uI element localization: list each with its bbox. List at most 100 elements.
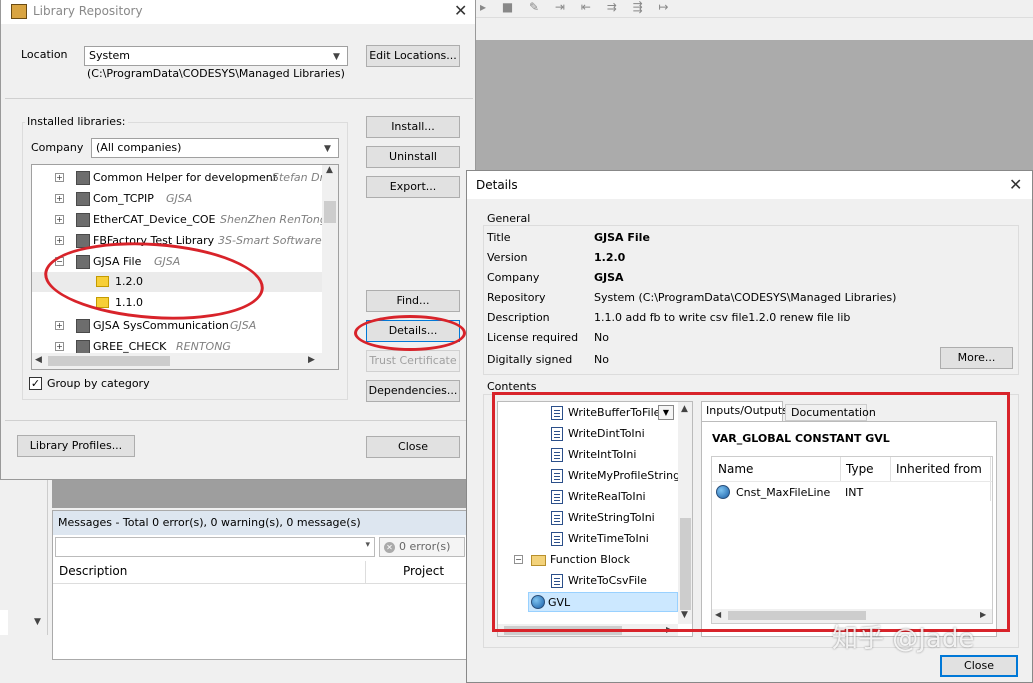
tool-icon[interactable]: ✎ <box>529 0 539 14</box>
field-label: Digitally signed <box>487 353 573 366</box>
tree-item[interactable]: + Com_TCPIP GJSA <box>32 189 322 209</box>
messages-panel: Messages - Total 0 error(s), 0 warning(s… <box>52 510 468 660</box>
expand-icon[interactable]: + <box>55 321 64 330</box>
chevron-down-icon[interactable]: ▼ <box>34 617 41 627</box>
field-value-repository: System (C:\ProgramData\CODESYS\Managed L… <box>594 291 897 304</box>
group-by-category-label: Group by category <box>47 377 150 390</box>
watermark: 知乎 @Jade <box>832 624 975 654</box>
ide-editor-strip <box>52 480 472 508</box>
expand-icon[interactable]: + <box>55 173 64 182</box>
divider <box>5 420 473 421</box>
close-button[interactable]: Close <box>366 436 460 458</box>
highlight-rectangle <box>492 392 1010 632</box>
company-value: (All companies) <box>96 141 182 154</box>
location-select[interactable]: System ▼ <box>84 46 348 66</box>
field-value-version: 1.2.0 <box>594 251 626 264</box>
field-label: Version <box>487 251 528 264</box>
highlight-ellipse <box>354 315 466 351</box>
play-icon[interactable]: ▸ <box>480 0 486 14</box>
expand-icon[interactable]: + <box>55 236 64 245</box>
library-company: ShenZhen RenTong I <box>220 213 334 226</box>
step-icon[interactable]: ⇥ <box>555 0 565 14</box>
library-company: GJSA <box>166 192 193 205</box>
ide-editor-area <box>476 40 1033 180</box>
chevron-up-icon[interactable]: ▲ <box>326 165 333 175</box>
general-label: General <box>485 212 533 225</box>
header-divider <box>53 583 467 584</box>
company-label: Company <box>31 141 84 154</box>
library-icon <box>76 340 90 354</box>
edit-locations-button[interactable]: Edit Locations... <box>366 45 460 67</box>
field-value-signed: No <box>594 353 609 366</box>
more-button[interactable]: More... <box>940 347 1013 369</box>
errors-label: 0 error(s) <box>399 540 451 553</box>
vertical-scrollbar[interactable]: ▲ <box>322 165 338 353</box>
close-icon[interactable]: ✕ <box>454 1 467 20</box>
expand-icon[interactable]: + <box>55 215 64 224</box>
field-value-description: 1.1.0 add fb to write csv file1.2.0 rene… <box>594 311 851 324</box>
scroll-thumb[interactable] <box>48 356 170 366</box>
field-value-title: GJSA File <box>594 231 650 244</box>
location-path: (C:\ProgramData\CODESYS\Managed Librarie… <box>87 67 345 80</box>
window-title: Library Repository <box>33 4 143 18</box>
divider <box>5 98 473 99</box>
library-company: 3S-Smart Software S <box>218 234 333 247</box>
col-divider <box>365 561 366 583</box>
install-button[interactable]: Install... <box>366 116 460 138</box>
left-white-strip <box>0 610 8 635</box>
step-icon[interactable]: ↦ <box>658 0 668 14</box>
messages-header: Messages - Total 0 error(s), 0 warning(s… <box>53 511 467 535</box>
scroll-thumb[interactable] <box>324 201 336 223</box>
expand-icon[interactable]: + <box>55 194 64 203</box>
library-name: Com_TCPIP <box>93 192 154 205</box>
tree-item[interactable]: + EtherCAT_Device_COE ShenZhen RenTong I <box>32 210 334 230</box>
expand-icon[interactable]: + <box>55 342 64 351</box>
messages-col-project[interactable]: Project <box>403 564 444 578</box>
field-value-company: GJSA <box>594 271 624 284</box>
library-profiles-button[interactable]: Library Profiles... <box>17 435 135 457</box>
step-icon[interactable]: ⇤ <box>581 0 591 14</box>
chevron-right-icon[interactable]: ▶ <box>308 355 315 365</box>
ide-toolbar: ▸ ■ ✎ ⇥ ⇤ ⇉ ⇶ ↦ <box>476 0 1033 18</box>
company-select[interactable]: (All companies) ▼ <box>91 138 339 158</box>
field-label: Repository <box>487 291 546 304</box>
error-icon: ✕ <box>384 542 395 553</box>
step-icon[interactable]: ⇶ <box>633 0 643 14</box>
chevron-down-icon: ▼ <box>324 144 331 154</box>
chevron-left-icon[interactable]: ◀ <box>35 355 42 365</box>
details-title: Details <box>476 178 518 192</box>
messages-filter-combo[interactable]: ▾ <box>55 537 375 557</box>
library-company: GJSA <box>230 319 257 332</box>
close-icon[interactable]: ✕ <box>1009 175 1022 194</box>
field-label: Company <box>487 271 540 284</box>
export-button[interactable]: Export... <box>366 176 460 198</box>
installed-libraries-label: Installed libraries: <box>25 115 128 128</box>
find-button[interactable]: Find... <box>366 290 460 312</box>
messages-col-description[interactable]: Description <box>59 564 127 578</box>
uninstall-button[interactable]: Uninstall <box>366 146 460 168</box>
tree-item[interactable]: + Common Helper for development Stefan D… <box>32 168 331 188</box>
group-by-category-checkbox[interactable]: ✓ <box>29 377 42 390</box>
library-repository-dialog: Library Repository ✕ Location System ▼ (C… <box>0 0 476 480</box>
field-label: Description <box>487 311 550 324</box>
field-label: License required <box>487 331 579 344</box>
title-bar: Library Repository ✕ <box>1 0 475 24</box>
horizontal-scrollbar[interactable]: ◀ ▶ <box>32 353 338 369</box>
stop-icon[interactable]: ■ <box>502 0 513 14</box>
library-name: EtherCAT_Device_COE <box>93 213 216 226</box>
step-icon[interactable]: ⇉ <box>607 0 617 14</box>
details-close-button[interactable]: Close <box>940 655 1018 677</box>
details-title-bar: Details ✕ <box>467 171 1032 199</box>
library-icon <box>76 213 90 227</box>
location-value: System <box>89 49 131 62</box>
library-app-icon <box>11 4 27 19</box>
field-label: Title <box>487 231 511 244</box>
library-icon <box>76 192 90 206</box>
library-icon <box>76 319 90 333</box>
chevron-down-icon: ▼ <box>333 52 340 62</box>
errors-toggle[interactable]: ✕ 0 error(s) <box>379 537 465 557</box>
trust-certificate-button: Trust Certificate <box>366 350 460 372</box>
library-icon <box>76 171 90 185</box>
dependencies-button[interactable]: Dependencies... <box>366 380 460 402</box>
location-label: Location <box>21 48 68 61</box>
